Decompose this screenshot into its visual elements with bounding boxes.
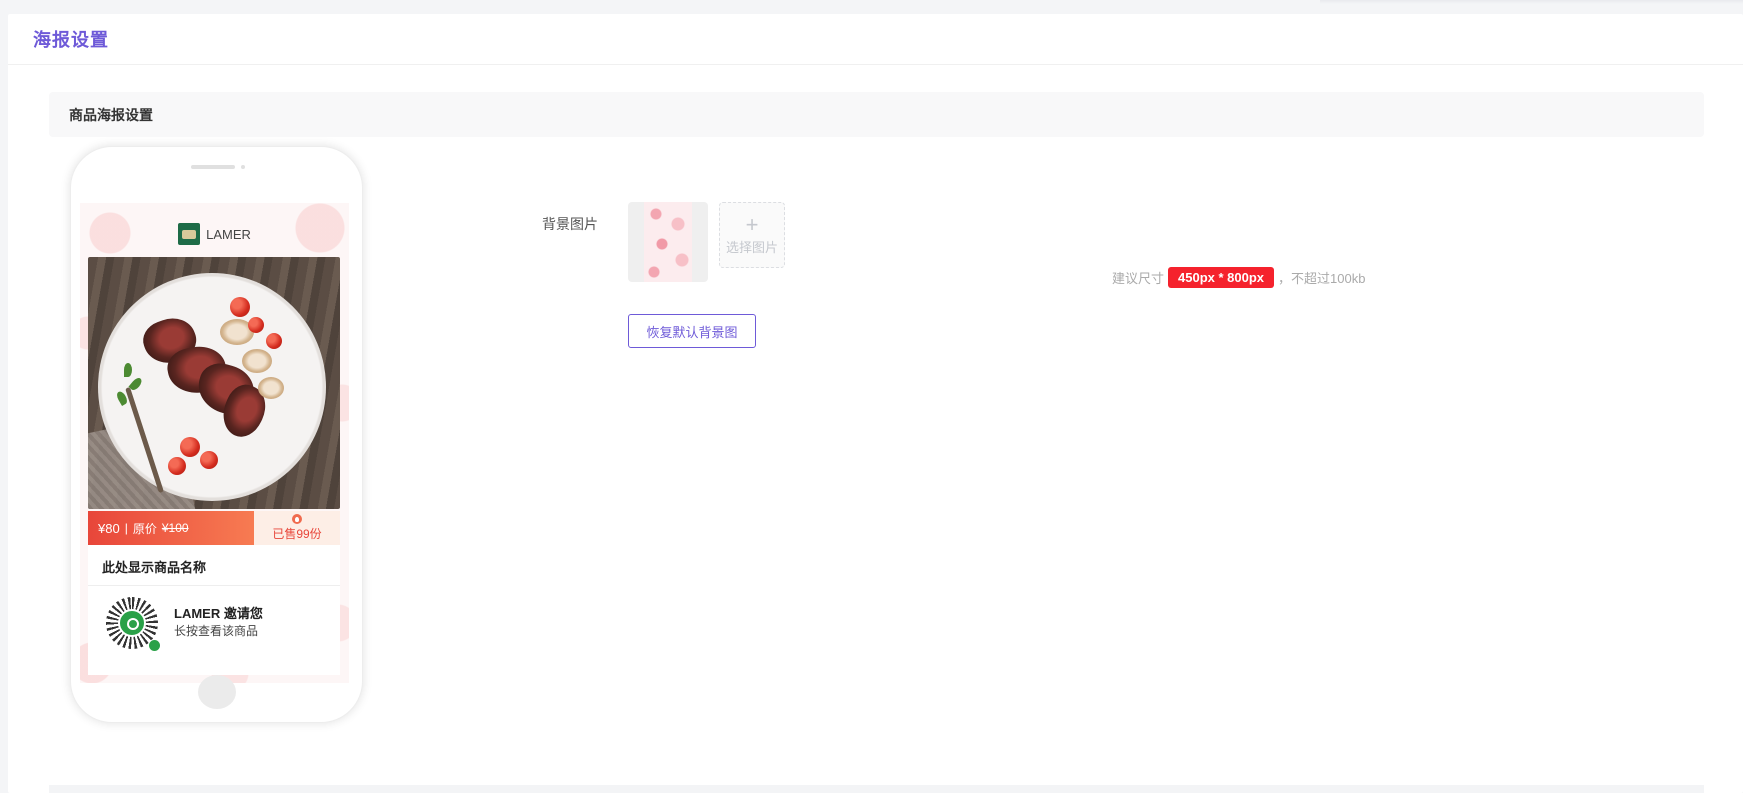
tomato-graphic bbox=[266, 333, 282, 349]
product-name: 此处显示商品名称 bbox=[102, 560, 207, 575]
price-info: ¥80 | 原价 ¥100 bbox=[88, 511, 254, 545]
phone-home-button bbox=[198, 675, 236, 709]
select-image-label: 选择图片 bbox=[725, 239, 778, 255]
topbar-shadow bbox=[1320, 0, 1743, 4]
price-bar: ¥80 | 原价 ¥100 已售99份 bbox=[88, 511, 340, 545]
herb-graphic bbox=[124, 363, 132, 377]
phone-speaker bbox=[191, 165, 235, 169]
section-header: 商品海报设置 bbox=[49, 92, 1704, 137]
poster-info-card: 此处显示商品名称 LAMER 邀请您 长按查看该商品 bbox=[88, 545, 340, 675]
original-price-label: 原价 bbox=[132, 521, 157, 536]
divider bbox=[88, 585, 340, 586]
invite-title: LAMER 邀请您 bbox=[174, 606, 263, 621]
onion-graphic bbox=[242, 349, 272, 373]
phone-camera bbox=[241, 165, 245, 169]
poster-canvas: LAMER ¥80 | 原价 ¥100 已售99份 此处显示商品名称 LAMER… bbox=[80, 203, 349, 683]
price-separator: | bbox=[124, 521, 128, 535]
plus-icon: + bbox=[745, 211, 759, 237]
tomato-graphic bbox=[248, 317, 264, 333]
select-image-button[interactable]: + 选择图片 bbox=[719, 202, 785, 268]
original-price: ¥100 bbox=[161, 521, 189, 535]
product-image bbox=[88, 257, 340, 509]
size-hint-prefix: 建议尺寸 bbox=[1112, 271, 1165, 286]
size-badge: 450px * 800px bbox=[1168, 267, 1275, 288]
tomato-graphic bbox=[180, 437, 200, 457]
mini-program-icon bbox=[118, 609, 146, 637]
current-price: ¥80 bbox=[98, 520, 120, 536]
next-section-strip bbox=[49, 785, 1704, 793]
fire-icon bbox=[292, 514, 302, 524]
shop-logo-icon bbox=[178, 223, 201, 245]
section-title: 商品海报设置 bbox=[69, 106, 153, 123]
tomato-graphic bbox=[200, 451, 218, 469]
size-hint: 建议尺寸 450px * 800px ，不超过100kb bbox=[1112, 267, 1365, 288]
background-image-label: 背景图片 bbox=[542, 216, 598, 232]
invite-subtitle: 长按查看该商品 bbox=[174, 624, 259, 638]
tomato-graphic bbox=[168, 457, 186, 475]
phone-preview: LAMER ¥80 | 原价 ¥100 已售99份 此处显示商品名称 LAMER… bbox=[70, 146, 363, 723]
size-hint-suffix: ，不超过100kb bbox=[1278, 271, 1366, 286]
reset-background-button[interactable]: 恢复默认背景图 bbox=[628, 314, 756, 348]
sold-count: 已售99份 bbox=[272, 527, 322, 541]
link-badge-icon bbox=[148, 639, 161, 652]
background-pattern bbox=[644, 202, 692, 282]
qr-code-icon bbox=[106, 597, 161, 652]
panel-header: 海报设置 bbox=[8, 14, 1743, 65]
page-title: 海报设置 bbox=[33, 30, 109, 50]
background-image-thumbnail[interactable] bbox=[628, 202, 708, 282]
shop-name: LAMER bbox=[206, 226, 251, 242]
onion-graphic bbox=[258, 377, 284, 399]
sold-info: 已售99份 bbox=[254, 511, 340, 545]
shop-header: LAMER bbox=[80, 221, 349, 247]
tomato-graphic bbox=[230, 297, 250, 317]
